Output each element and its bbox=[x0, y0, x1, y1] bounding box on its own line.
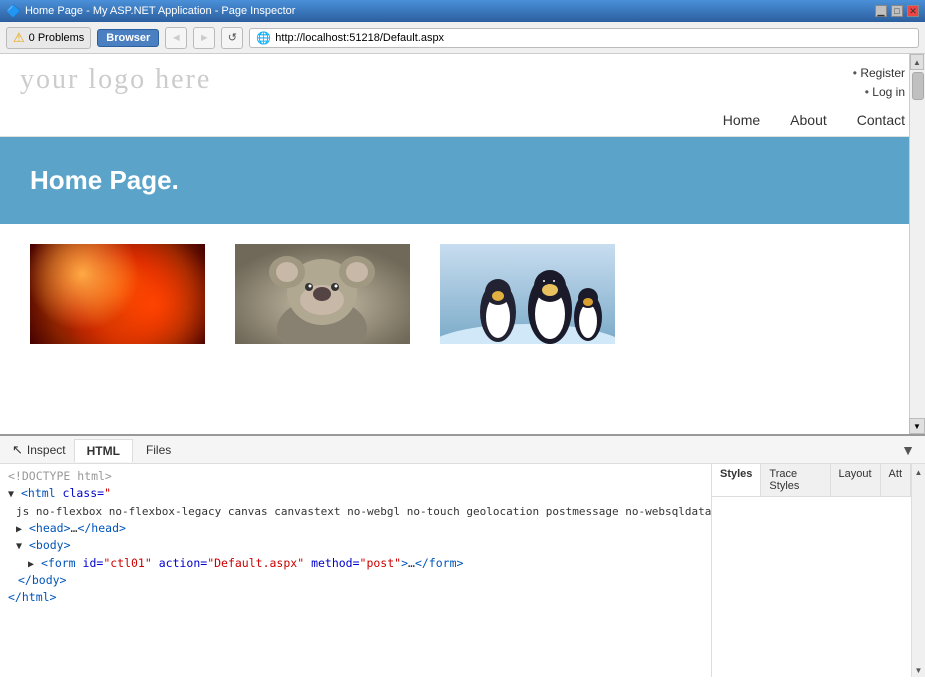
flower-image bbox=[30, 244, 205, 344]
styles-panel: Styles Trace Styles Layout Att bbox=[711, 464, 911, 677]
devtools-scrollbar[interactable]: ▲ ▼ bbox=[911, 464, 925, 677]
doctype-line: <!DOCTYPE html> bbox=[8, 468, 703, 485]
nav-contact[interactable]: Contact bbox=[857, 112, 905, 128]
koala-image bbox=[235, 244, 410, 344]
lock-icon: 🌐 bbox=[256, 31, 271, 45]
styles-tabs-bar: Styles Trace Styles Layout Att bbox=[712, 464, 911, 497]
nav-about[interactable]: About bbox=[790, 112, 827, 128]
title-bar-controls[interactable]: ▁ □ ✕ bbox=[875, 5, 919, 17]
site-nav: Home About Contact bbox=[0, 112, 925, 137]
body-open-line: ▼ <body> bbox=[8, 537, 703, 554]
app-icon: 🔷 bbox=[6, 4, 21, 18]
site-logo: your logo here bbox=[20, 64, 211, 96]
url-text: http://localhost:51218/Default.aspx bbox=[275, 32, 444, 44]
browser-content: your logo here • Register • Log in Home … bbox=[0, 54, 925, 434]
back-button[interactable]: ◄ bbox=[165, 27, 187, 49]
hero-title: Home Page. bbox=[30, 165, 895, 196]
title-bar: 🔷 Home Page - My ASP.NET Application - P… bbox=[0, 0, 925, 22]
url-bar[interactable]: 🌐 http://localhost:51218/Default.aspx bbox=[249, 28, 919, 48]
styles-tab-layout[interactable]: Layout bbox=[831, 464, 881, 496]
inspect-button[interactable]: ↖ Inspect bbox=[4, 438, 74, 462]
head-line: ▶ <head>…</head> bbox=[8, 520, 703, 537]
form-line: ▶ <form id="ctl01" action="Default.aspx"… bbox=[8, 555, 703, 572]
tab-files[interactable]: Files bbox=[133, 438, 184, 461]
forward-button[interactable]: ► bbox=[193, 27, 215, 49]
gallery-image-flower bbox=[30, 244, 205, 344]
head-expand[interactable]: ▶ bbox=[16, 522, 22, 537]
devtools-scroll-up[interactable]: ▲ bbox=[913, 466, 925, 479]
login-link[interactable]: Log in bbox=[872, 85, 905, 99]
window-title: Home Page - My ASP.NET Application - Pag… bbox=[25, 5, 295, 17]
cursor-icon: ↖ bbox=[12, 442, 23, 458]
close-button[interactable]: ✕ bbox=[907, 5, 919, 17]
browser-button[interactable]: Browser bbox=[97, 29, 159, 47]
refresh-button[interactable]: ↺ bbox=[221, 27, 243, 49]
styles-tab-styles[interactable]: Styles bbox=[712, 464, 761, 496]
site-hero: Home Page. bbox=[0, 137, 925, 224]
devtools-panel: ↖ Inspect HTML Files ▼ <!DOCTYPE html> ▼… bbox=[0, 434, 925, 677]
problems-count: 0 Problems bbox=[29, 32, 85, 44]
panel-expand-btn[interactable]: ▼ bbox=[909, 418, 925, 434]
site-auth: • Register • Log in bbox=[853, 64, 905, 102]
scroll-up-arrow[interactable]: ▲ bbox=[910, 54, 924, 70]
form-expand[interactable]: ▶ bbox=[28, 557, 34, 572]
nav-home[interactable]: Home bbox=[723, 112, 760, 128]
devtools-expand-icon[interactable]: ▼ bbox=[895, 442, 921, 458]
maximize-button[interactable]: □ bbox=[891, 5, 903, 17]
devtools-scroll-down[interactable]: ▼ bbox=[913, 664, 925, 677]
styles-tab-att[interactable]: Att bbox=[881, 464, 911, 496]
html-expand[interactable]: ▼ bbox=[8, 487, 14, 502]
html-close-line: </html> bbox=[8, 589, 703, 606]
register-link[interactable]: Register bbox=[860, 66, 905, 80]
devtools-right-controls: ▼ bbox=[895, 442, 921, 458]
tab-html[interactable]: HTML bbox=[74, 439, 133, 462]
penguins-image bbox=[440, 244, 615, 344]
html-classes-text: js no-flexbox no-flexbox-legacy canvas c… bbox=[16, 505, 711, 518]
toolbar: ⚠ 0 Problems Browser ◄ ► ↺ 🌐 http://loca… bbox=[0, 22, 925, 54]
devtools-tabs-bar: ↖ Inspect HTML Files ▼ bbox=[0, 436, 925, 464]
title-bar-left: 🔷 Home Page - My ASP.NET Application - P… bbox=[6, 4, 295, 18]
problems-badge: ⚠ 0 Problems bbox=[6, 27, 91, 49]
body-close-line: </body> bbox=[8, 572, 703, 589]
site-header: your logo here • Register • Log in bbox=[0, 54, 925, 112]
inspect-label: Inspect bbox=[27, 443, 66, 457]
styles-tab-trace[interactable]: Trace Styles bbox=[761, 464, 830, 496]
gallery-image-penguins bbox=[440, 244, 615, 344]
scroll-thumb[interactable] bbox=[912, 72, 924, 100]
gallery-image-koala bbox=[235, 244, 410, 344]
html-open-line: ▼ <html class=" bbox=[8, 485, 703, 502]
html-tree: <!DOCTYPE html> ▼ <html class=" js no-fl… bbox=[0, 464, 711, 677]
minimize-button[interactable]: ▁ bbox=[875, 5, 887, 17]
body-expand[interactable]: ▼ bbox=[16, 539, 22, 554]
site-gallery bbox=[0, 234, 925, 354]
html-classes-line: js no-flexbox no-flexbox-legacy canvas c… bbox=[8, 503, 703, 521]
devtools-body: <!DOCTYPE html> ▼ <html class=" js no-fl… bbox=[0, 464, 925, 677]
scrollbar[interactable]: ▲ ▼ bbox=[909, 54, 925, 434]
warning-icon: ⚠ bbox=[13, 30, 25, 46]
